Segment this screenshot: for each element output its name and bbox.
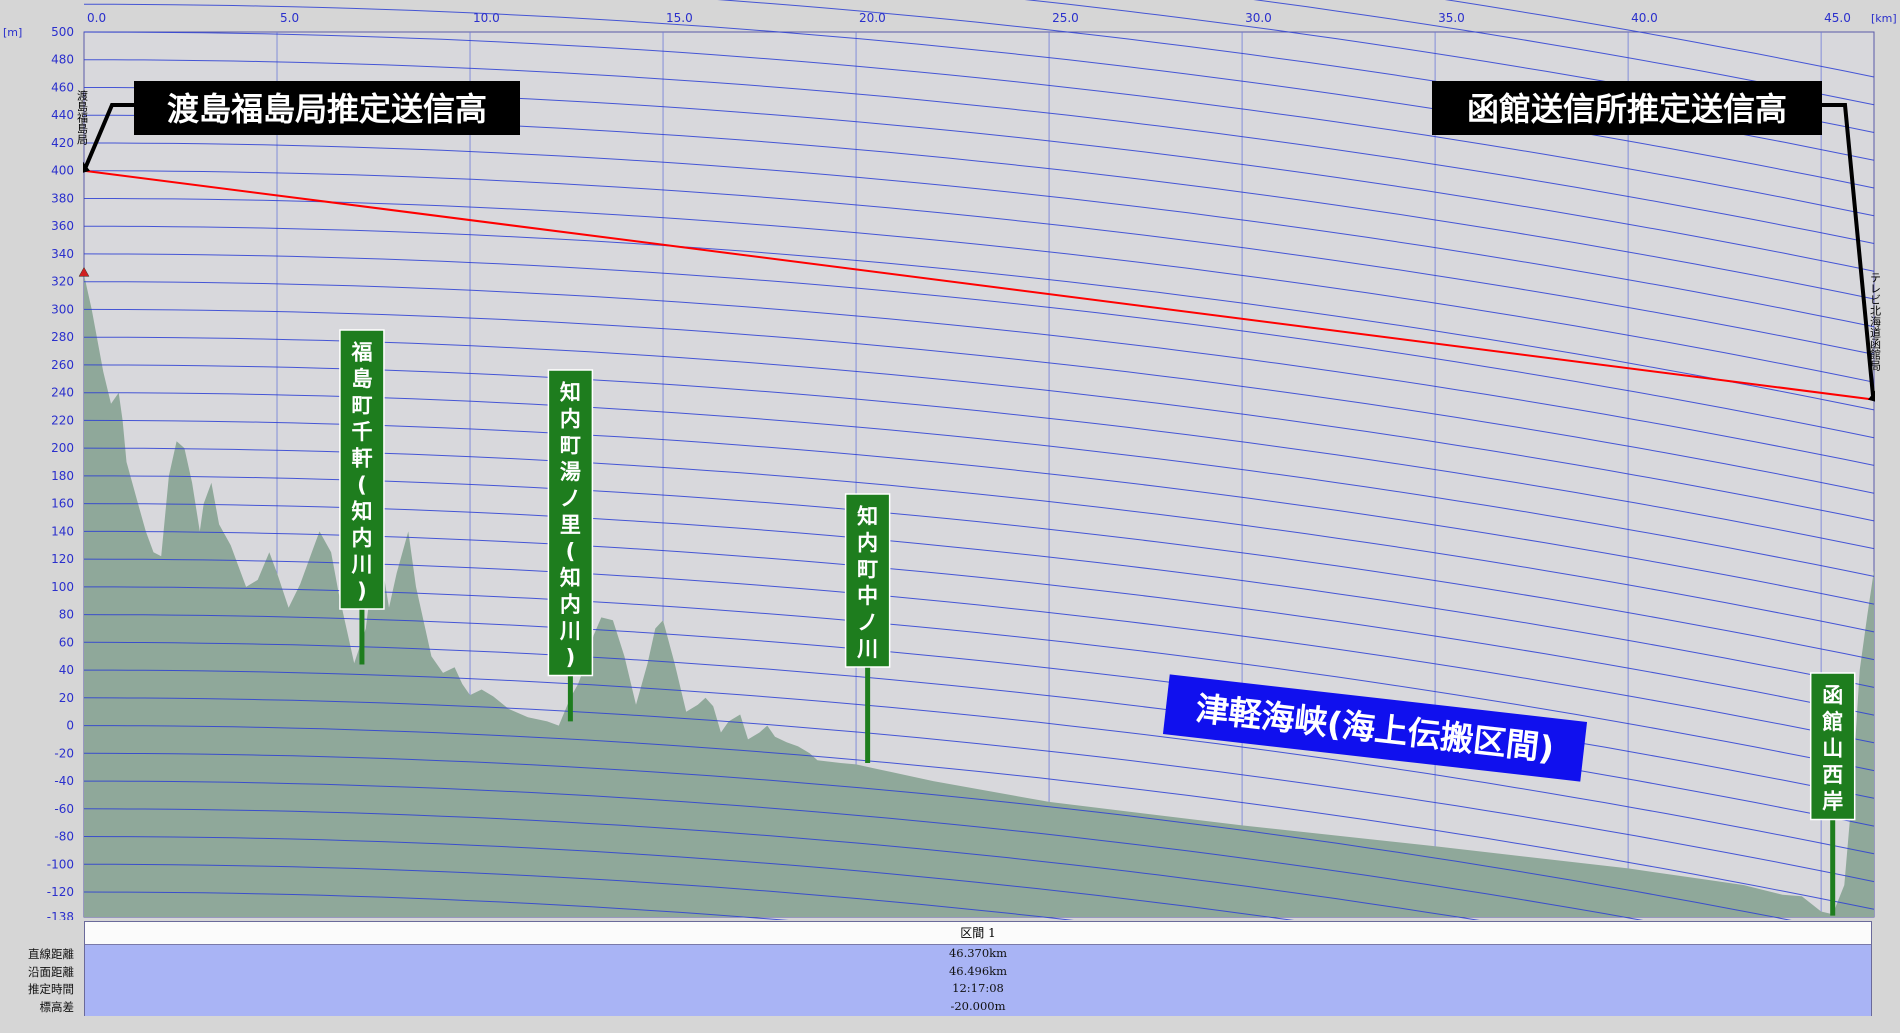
y-tick-label: 480 bbox=[51, 53, 74, 67]
y-tick-label: 260 bbox=[51, 358, 74, 372]
y-tick-label: 240 bbox=[51, 386, 74, 400]
y-tick-label: -138 bbox=[47, 910, 74, 920]
y-tick-label: -80 bbox=[54, 830, 74, 844]
y-tick-label: 380 bbox=[51, 191, 74, 205]
x-tick-label: 15.0 bbox=[666, 11, 693, 25]
elevation-profile-chart: 0.0 5.0 10.0 15.0 20.0 25.0 30.0 35.0 40.0 45.0 50… bbox=[3, 0, 1897, 920]
x-tick-label: 10.0 bbox=[473, 11, 500, 25]
y-tick-label: 180 bbox=[51, 469, 74, 483]
y-tick-label: 460 bbox=[51, 80, 74, 94]
y-tick-label: 400 bbox=[51, 164, 74, 178]
y-tick-label: 300 bbox=[51, 302, 74, 316]
x-tick-label: 5.0 bbox=[280, 11, 299, 25]
x-tick-label: 40.0 bbox=[1631, 11, 1658, 25]
surface-distance-value: 46.496km bbox=[948, 963, 1008, 978]
y-tick-label: 440 bbox=[51, 108, 74, 122]
y-tick-label: -40 bbox=[54, 774, 74, 788]
x-tick-label: 45.0 bbox=[1824, 11, 1851, 25]
x-tick-label: 25.0 bbox=[1052, 11, 1079, 25]
y-tick-label: 40 bbox=[59, 663, 74, 677]
station-name-start: 渡島福島局 bbox=[76, 89, 89, 146]
end-callout-label: 函館送信所推定送信高 bbox=[1467, 90, 1787, 128]
y-tick-label: -120 bbox=[47, 885, 74, 899]
y-tick-label: 80 bbox=[59, 608, 74, 622]
y-tick-label: -20 bbox=[54, 746, 74, 760]
y-tick-label: -100 bbox=[47, 857, 74, 871]
section-info-table: 区間 1 46.370km 46.496km 12:17:08 -20.000m bbox=[84, 921, 1872, 1016]
x-unit-label: [km] bbox=[1871, 12, 1897, 25]
place-label-text: 知内町湯ノ里(知内川) bbox=[559, 381, 581, 670]
y-tick-label: 60 bbox=[59, 635, 74, 649]
y-tick-label: 360 bbox=[51, 219, 74, 233]
y-tick-label: 220 bbox=[51, 413, 74, 427]
y-tick-label: -60 bbox=[54, 802, 74, 816]
start-callout-label: 渡島福島局推定送信高 bbox=[167, 90, 487, 128]
y-tick-label: 280 bbox=[51, 330, 74, 344]
y-tick-label: 320 bbox=[51, 275, 74, 289]
x-tick-label: 30.0 bbox=[1245, 11, 1272, 25]
y-tick-label: 420 bbox=[51, 136, 74, 150]
x-tick-label: 0.0 bbox=[87, 11, 106, 25]
info-label-estimated-time: 推定時間 bbox=[28, 982, 74, 996]
info-row-labels: 直線距離 沿面距離 推定時間 標高差 bbox=[0, 946, 84, 1016]
y-tick-label: 140 bbox=[51, 524, 74, 538]
info-label-straight-distance: 直線距離 bbox=[28, 947, 74, 961]
place-label-text: 函館山西岸 bbox=[1822, 684, 1843, 814]
y-tick-label: 340 bbox=[51, 247, 74, 261]
estimated-time-value: 12:17:08 bbox=[952, 981, 1004, 995]
y-unit-label: [m] bbox=[3, 26, 22, 39]
y-tick-label: 0 bbox=[66, 719, 74, 733]
y-tick-label: 100 bbox=[51, 580, 74, 594]
info-label-elevation-diff: 標高差 bbox=[39, 999, 75, 1014]
x-tick-label: 35.0 bbox=[1438, 11, 1465, 25]
section-header: 区間 1 bbox=[85, 922, 1871, 945]
x-tick-label: 20.0 bbox=[859, 11, 886, 25]
y-tick-label: 160 bbox=[51, 497, 74, 511]
y-tick-label: 500 bbox=[51, 25, 74, 39]
elevation-diff-value: -20.000m bbox=[950, 998, 1006, 1013]
y-tick-label: 200 bbox=[51, 441, 74, 455]
y-tick-label: 20 bbox=[59, 691, 74, 705]
info-label-surface-distance: 沿面距離 bbox=[28, 964, 74, 979]
straight-distance-value: 46.370km bbox=[948, 946, 1008, 960]
section-values: 46.370km 46.496km 12:17:08 -20.000m bbox=[85, 945, 1871, 1016]
y-tick-label: 120 bbox=[51, 552, 74, 566]
